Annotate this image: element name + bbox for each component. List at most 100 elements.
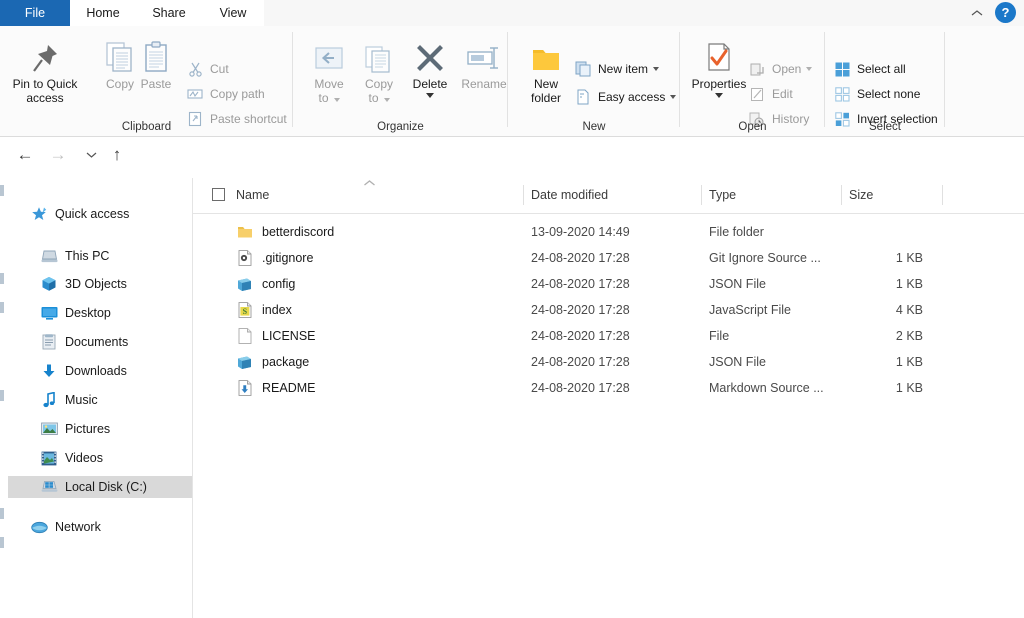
pin-to-quick-access-label: Pin to Quick access (13, 77, 78, 105)
3d-objects-icon (40, 276, 58, 292)
select-none-label: Select none (857, 87, 921, 101)
copy-to-icon (363, 38, 395, 74)
new-folder-line2: folder (530, 91, 562, 105)
computer-icon (40, 248, 58, 264)
easy-access-caret-icon[interactable] (670, 95, 677, 99)
select-all-checkbox[interactable] (212, 188, 225, 201)
column-name[interactable]: Name (236, 178, 269, 212)
move-to-caret-icon[interactable] (333, 98, 340, 102)
sidebar-item-music[interactable]: Music (8, 389, 192, 411)
table-row[interactable]: LICENSE 24-08-2020 17:28 File 2 KB (193, 323, 1024, 349)
column-divider[interactable] (841, 185, 842, 205)
rename-icon (464, 38, 504, 74)
file-type-cell: JavaScript File (709, 303, 791, 317)
new-folder-line1: New (533, 77, 558, 91)
copy-to-line1: Copy (364, 77, 393, 91)
delete-button[interactable]: Delete (401, 38, 459, 98)
sidebar-item-documents[interactable]: Documents (8, 331, 192, 353)
column-type-label: Type (709, 188, 737, 202)
new-item-button[interactable]: New item (574, 58, 660, 80)
cut-button[interactable]: Cut (186, 58, 229, 80)
properties-button[interactable]: Properties (686, 38, 752, 98)
new-folder-icon (530, 38, 562, 74)
open-caret-icon[interactable] (806, 67, 813, 71)
file-name-cell[interactable]: S index (236, 302, 292, 319)
sidebar-item-network[interactable]: Network (8, 516, 192, 538)
file-size-cell: 1 KB (895, 381, 923, 395)
table-row[interactable]: S index 24-08-2020 17:28 JavaScript File… (193, 297, 1024, 323)
sidebar-item-pictures[interactable]: Pictures (8, 418, 192, 440)
select-none-button[interactable]: Select none (833, 83, 920, 105)
music-icon (40, 392, 58, 408)
sidebar-item-this-pc[interactable]: This PC (8, 245, 192, 267)
open-button[interactable]: Open (748, 58, 813, 80)
up-arrow-icon: ↑ (112, 145, 122, 164)
tab-home[interactable]: Home (72, 0, 134, 26)
table-row[interactable]: .gitignore 24-08-2020 17:28 Git Ignore S… (193, 245, 1024, 271)
sidebar-item-downloads[interactable]: Downloads (8, 360, 192, 382)
column-date-modified[interactable]: Date modified (531, 178, 608, 212)
edit-label: Edit (772, 87, 793, 101)
open-group-label: Open (738, 121, 767, 133)
file-name-cell[interactable]: .gitignore (236, 250, 313, 267)
delete-caret-icon[interactable] (426, 93, 434, 98)
paste-button[interactable]: Paste (128, 38, 184, 91)
tab-file[interactable]: File (0, 0, 70, 26)
help-glyph: ? (1001, 5, 1010, 20)
column-divider[interactable] (701, 185, 702, 205)
tab-home-label: Home (86, 6, 120, 20)
file-name-cell[interactable]: config (236, 276, 295, 293)
table-row[interactable]: betterdiscord 13-09-2020 14:49 File fold… (193, 219, 1024, 245)
file-name-cell[interactable]: betterdiscord (236, 224, 334, 241)
sidebar-item-local-disk-c[interactable]: Local Disk (C:) (8, 476, 192, 498)
sidebar-item-quick-access[interactable]: Quick access (8, 203, 192, 225)
file-list-pane: Name Date modified Type Size betterdisco… (193, 178, 1024, 618)
sidebar-label-quick-access: Quick access (55, 207, 130, 221)
navigation-pane: Quick access This PC 3D Objects Desktop … (0, 178, 192, 618)
back-button[interactable]: ← (13, 143, 37, 167)
sidebar-item-desktop[interactable]: Desktop (8, 302, 192, 324)
copy-path-label: Copy path (210, 87, 265, 101)
up-button[interactable]: ↑ (105, 143, 129, 167)
column-type[interactable]: Type (709, 178, 736, 212)
new-folder-label: New folder (531, 77, 561, 105)
table-row[interactable]: README 24-08-2020 17:28 Markdown Source … (193, 375, 1024, 401)
forward-button[interactable]: → (46, 143, 70, 167)
column-size[interactable]: Size (849, 178, 873, 212)
copy-path-button[interactable]: Copy path (186, 83, 265, 105)
tab-share[interactable]: Share (138, 0, 200, 26)
file-name-cell[interactable]: package (236, 354, 309, 371)
move-to-line2: to (318, 91, 329, 105)
edit-button[interactable]: Edit (748, 83, 793, 105)
select-all-button[interactable]: Select all (833, 58, 906, 80)
sidebar-item-3d-objects[interactable]: 3D Objects (8, 273, 192, 295)
file-name-cell[interactable]: README (236, 380, 315, 397)
file-type-cell: Git Ignore Source ... (709, 251, 821, 265)
recent-locations-button[interactable] (79, 143, 103, 167)
desktop-icon (40, 305, 58, 321)
copy-path-icon (186, 85, 204, 103)
file-name-label: LICENSE (262, 329, 316, 343)
collapse-ribbon-chevron-icon[interactable] (968, 4, 986, 22)
pin-label-line1: Pin to Quick (12, 77, 78, 91)
pin-to-quick-access-button[interactable]: Pin to Quick access (10, 38, 80, 105)
new-item-caret-icon[interactable] (653, 67, 660, 71)
table-row[interactable]: config 24-08-2020 17:28 JSON File 1 KB (193, 271, 1024, 297)
properties-icon (705, 38, 733, 74)
file-name-cell[interactable]: LICENSE (236, 328, 316, 345)
new-folder-button[interactable]: New folder (518, 38, 574, 105)
sidebar-item-videos[interactable]: Videos (8, 447, 192, 469)
help-icon[interactable]: ? (995, 2, 1016, 23)
file-type-cell: JSON File (709, 355, 766, 369)
tab-view[interactable]: View (202, 0, 264, 26)
easy-access-button[interactable]: Easy access (574, 86, 677, 108)
move-to-button[interactable]: Move to (301, 38, 357, 105)
copy-to-caret-icon[interactable] (383, 98, 390, 102)
column-divider[interactable] (942, 185, 943, 205)
delete-x-icon (414, 38, 446, 74)
copy-to-button[interactable]: Copy to (351, 38, 407, 105)
column-divider[interactable] (523, 185, 524, 205)
rename-button[interactable]: Rename (453, 38, 515, 91)
table-row[interactable]: package 24-08-2020 17:28 JSON File 1 KB (193, 349, 1024, 375)
properties-caret-icon[interactable] (715, 93, 723, 98)
